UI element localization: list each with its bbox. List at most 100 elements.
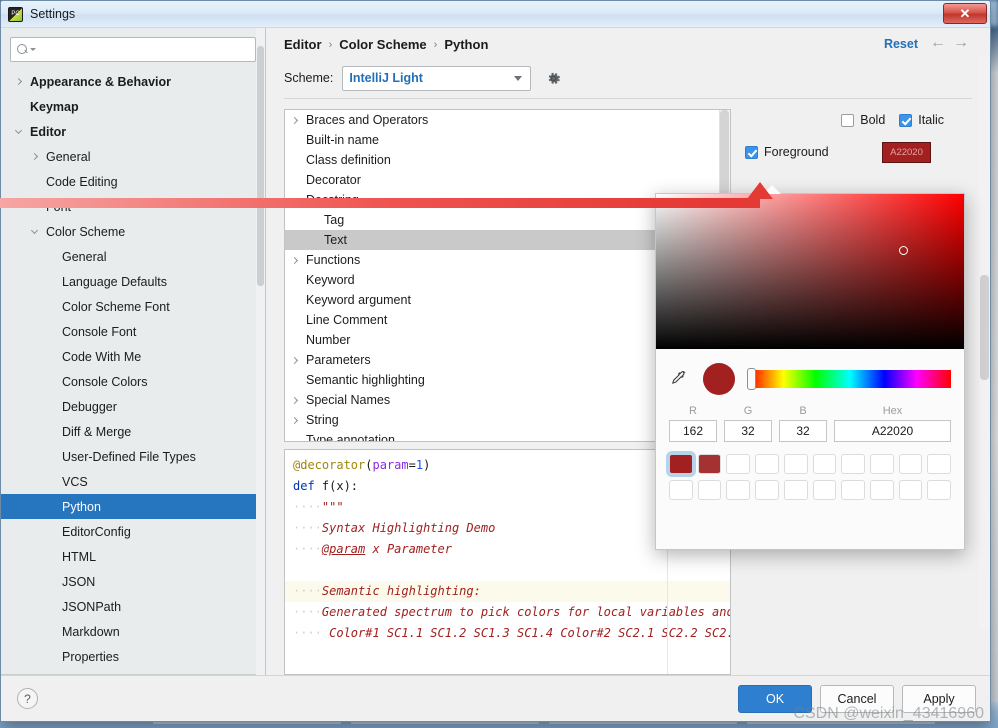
color-swatch-17[interactable] <box>869 480 894 500</box>
color-swatch-9[interactable] <box>927 454 951 474</box>
rgb-inputs-row: R 162 G 32 B 32 Hex A22020 <box>656 395 964 442</box>
chevron-right-icon[interactable] <box>285 356 303 364</box>
chevron-right-icon[interactable] <box>285 396 303 404</box>
search-input[interactable] <box>40 42 249 57</box>
chevron-down-icon[interactable] <box>285 195 303 203</box>
chevron-down-icon[interactable] <box>30 48 36 51</box>
sidebar-item-general[interactable]: General <box>1 144 265 169</box>
sidebar-item-properties[interactable]: Properties <box>1 644 265 669</box>
color-swatch-4[interactable] <box>783 454 808 474</box>
chevron-right-icon[interactable] <box>285 416 303 424</box>
chevron-right-icon[interactable] <box>11 77 25 86</box>
foreground-checkbox[interactable]: Foreground <box>745 145 829 159</box>
sidebar-item-editor[interactable]: Editor <box>1 119 265 144</box>
content-scrollbar-thumb[interactable] <box>980 275 989 380</box>
hue-slider[interactable] <box>747 368 951 390</box>
color-swatch-5[interactable] <box>812 454 837 474</box>
back-arrow-icon[interactable]: ← <box>929 35 947 52</box>
search-box[interactable] <box>10 37 256 62</box>
sidebar-item-code-with-me[interactable]: Code With Me <box>1 344 265 369</box>
sidebar-item-markdown[interactable]: Markdown <box>1 619 265 644</box>
reset-link[interactable]: Reset <box>884 37 918 51</box>
color-swatch-7[interactable] <box>869 454 894 474</box>
color-swatch-19[interactable] <box>927 480 951 500</box>
color-swatch-3[interactable] <box>755 454 779 474</box>
chevron-right-icon[interactable] <box>27 152 41 161</box>
sidebar-item-diff-merge[interactable]: Diff & Merge <box>1 419 265 444</box>
scheme-label: Scheme: <box>284 71 334 85</box>
foreground-checkbox-box[interactable] <box>745 145 758 159</box>
color-swatch-16[interactable] <box>841 480 865 500</box>
color-swatch-14[interactable] <box>783 480 808 500</box>
bold-checkbox-box[interactable] <box>841 113 855 127</box>
breadcrumb-separator: › <box>433 38 438 51</box>
breadcrumb-item-0[interactable]: Editor <box>284 37 322 52</box>
scheme-select[interactable]: IntelliJ Light <box>342 65 532 91</box>
sidebar-item-language-defaults[interactable]: Language Defaults <box>1 269 265 294</box>
sidebar-item-color-scheme[interactable]: Color Scheme <box>1 219 265 244</box>
color-swatch-10[interactable] <box>669 480 693 500</box>
sidebar-item-code-editing[interactable]: Code Editing <box>1 169 265 194</box>
breadcrumb-item-1[interactable]: Color Scheme <box>339 37 426 52</box>
color-swatch-0[interactable] <box>666 451 696 477</box>
close-icon[interactable]: ✕ <box>943 3 987 24</box>
sidebar-item-vcs[interactable]: VCS <box>1 469 265 494</box>
hue-slider-thumb[interactable] <box>747 368 756 390</box>
color-swatch-15[interactable] <box>812 480 837 500</box>
italic-checkbox[interactable]: Italic <box>899 113 944 127</box>
sidebar-item-json[interactable]: JSON <box>1 569 265 594</box>
attribute-row-class-definition[interactable]: Class definition <box>285 150 730 170</box>
sidebar-item-general[interactable]: General <box>1 244 265 269</box>
sidebar-item-label: User-Defined File Types <box>62 449 196 464</box>
color-swatch-12[interactable] <box>726 480 751 500</box>
green-input[interactable]: 32 <box>724 420 772 442</box>
saturation-value-box[interactable] <box>656 194 964 349</box>
sidebar-item-jsonpath[interactable]: JSONPath <box>1 594 265 619</box>
ok-button[interactable]: OK <box>738 684 812 713</box>
sidebar-scrollbar[interactable] <box>256 28 265 675</box>
help-button[interactable]: ? <box>17 688 38 709</box>
sidebar-item-console-font[interactable]: Console Font <box>1 319 265 344</box>
color-swatch-8[interactable] <box>898 454 923 474</box>
sidebar-item-debugger[interactable]: Debugger <box>1 394 265 419</box>
bold-checkbox[interactable]: Bold <box>841 113 885 127</box>
attribute-row-built-in-name[interactable]: Built-in name <box>285 130 730 150</box>
content-scrollbar[interactable] <box>979 55 990 629</box>
color-swatch-2[interactable] <box>726 454 751 474</box>
color-swatch-18[interactable] <box>898 480 923 500</box>
sidebar-item-appearance-behavior[interactable]: Appearance & Behavior <box>1 69 265 94</box>
chevron-right-icon[interactable] <box>285 116 303 124</box>
breadcrumb-item-2[interactable]: Python <box>444 37 488 52</box>
color-swatch-1[interactable] <box>697 454 722 474</box>
color-swatch-13[interactable] <box>755 480 779 500</box>
color-swatch-11[interactable] <box>697 480 722 500</box>
sidebar-item-user-defined-file-types[interactable]: User-Defined File Types <box>1 444 265 469</box>
chevron-down-icon[interactable] <box>11 126 25 135</box>
sidebar-item-html[interactable]: HTML <box>1 544 265 569</box>
color-swatch-6[interactable] <box>841 454 865 474</box>
sidebar-item-color-scheme-font[interactable]: Color Scheme Font <box>1 294 265 319</box>
sidebar-item-keymap[interactable]: Keymap <box>1 94 265 119</box>
foreground-color-swatch[interactable]: A22020 <box>882 141 931 163</box>
forward-arrow-icon[interactable]: → <box>952 35 970 52</box>
red-input[interactable]: 162 <box>669 420 717 442</box>
chevron-right-icon[interactable] <box>285 256 303 264</box>
sidebar-item-font[interactable]: Font <box>1 194 265 219</box>
sidebar-item-label: Debugger <box>62 399 117 414</box>
attribute-row-braces-and-operators[interactable]: Braces and Operators <box>285 110 730 130</box>
chevron-down-icon[interactable] <box>27 226 41 235</box>
saturation-value-cursor[interactable] <box>899 246 908 255</box>
cancel-button[interactable]: Cancel <box>820 684 894 713</box>
sidebar-item-python[interactable]: Python <box>1 494 265 519</box>
sidebar-item-console-colors[interactable]: Console Colors <box>1 369 265 394</box>
eyedropper-icon[interactable] <box>669 369 689 389</box>
gear-icon[interactable] <box>545 70 562 87</box>
sidebar-scrollbar-thumb[interactable] <box>257 46 264 286</box>
attribute-row-label: Special Names <box>306 393 391 407</box>
sidebar-item-editorconfig[interactable]: EditorConfig <box>1 519 265 544</box>
blue-input[interactable]: 32 <box>779 420 827 442</box>
hex-input[interactable]: A22020 <box>834 420 951 442</box>
italic-checkbox-box[interactable] <box>899 113 913 127</box>
apply-button[interactable]: Apply <box>902 684 976 713</box>
attribute-row-decorator[interactable]: Decorator <box>285 170 730 190</box>
